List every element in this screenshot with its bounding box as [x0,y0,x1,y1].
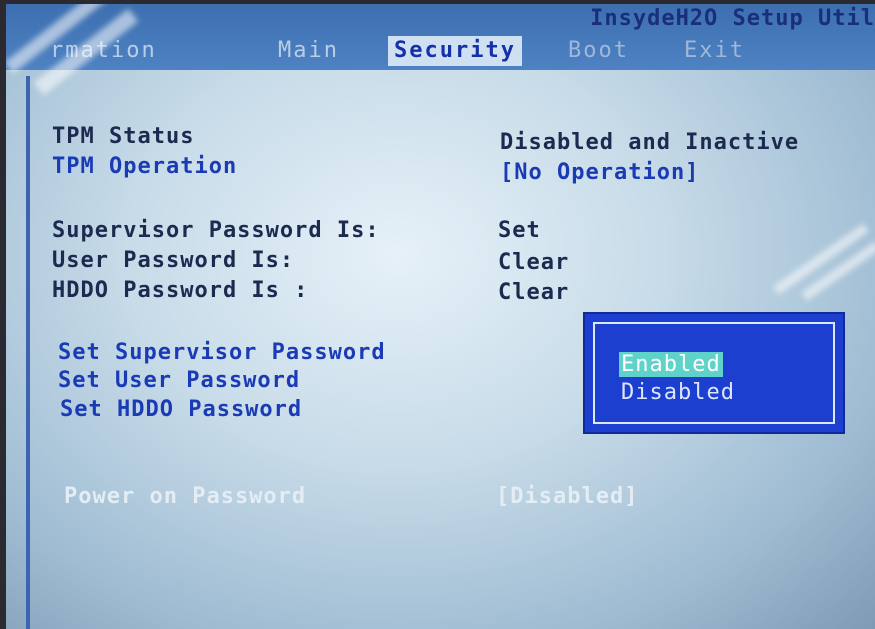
option-enabled[interactable]: Enabled [619,352,723,377]
tab-exit[interactable]: Exit [684,36,745,66]
option-popup: Enabled Disabled [583,312,845,434]
tpm-status-label: TPM Status [52,124,195,149]
menu-bar: InsydeH2O Setup Util rmation Main Securi… [6,4,875,70]
panel-border [26,76,30,629]
set-user-password-item[interactable]: Set User Password [58,368,300,393]
tpm-status-value: Disabled and Inactive [500,130,800,155]
app-title: InsydeH2O Setup Util [590,6,875,31]
set-supervisor-password-item[interactable]: Set Supervisor Password [58,340,386,365]
tab-boot[interactable]: Boot [568,36,629,66]
user-password-status-value: Clear [498,250,570,275]
set-hddo-password-item[interactable]: Set HDDO Password [60,397,302,422]
supervisor-password-status-label: Supervisor Password Is: [52,218,380,243]
hddo-password-status-value: Clear [498,280,570,305]
option-popup-frame: Enabled Disabled [593,322,835,424]
power-on-password-value[interactable]: [Disabled] [496,484,638,509]
hddo-password-status-label: HDDO Password Is : [52,278,309,303]
supervisor-password-status-value: Set [498,218,541,243]
tpm-operation-value[interactable]: [No Operation] [500,160,699,185]
tpm-operation-item[interactable]: TPM Operation [52,154,237,179]
option-disabled[interactable]: Disabled [621,380,735,405]
user-password-status-label: User Password Is: [52,248,295,273]
tab-security[interactable]: Security [388,36,522,66]
tab-main[interactable]: Main [278,36,339,66]
power-on-password-item[interactable]: Power on Password [64,484,306,509]
bios-screen: InsydeH2O Setup Util rmation Main Securi… [6,4,875,629]
